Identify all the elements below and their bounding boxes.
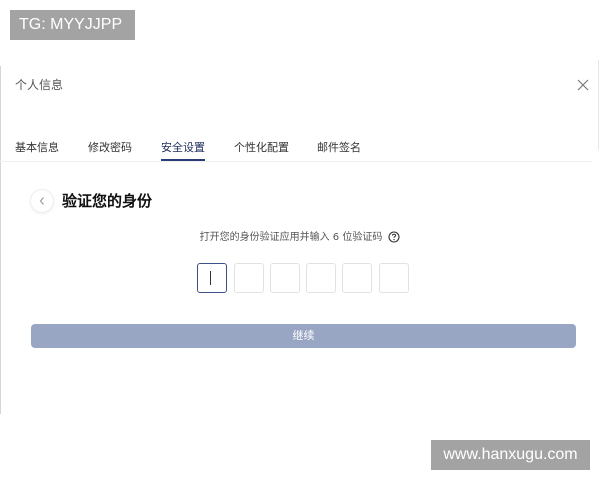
code-digit-2[interactable] — [234, 263, 264, 293]
verify-instruction: 打开您的身份验证应用并输入 6 位验证码 — [0, 230, 600, 246]
back-button[interactable] — [30, 189, 54, 213]
tab-personalization[interactable]: 个性化配置 — [234, 140, 289, 156]
tab-email-signature[interactable]: 邮件签名 — [317, 140, 361, 156]
page: TG: MYYJJPP 个人信息 基本信息 修改密码 安全设置 个性化配置 邮件… — [0, 0, 600, 480]
question-circle-icon[interactable] — [388, 231, 400, 243]
code-digit-3[interactable] — [270, 263, 300, 293]
tabs-divider — [0, 161, 592, 162]
text-caret — [210, 271, 211, 285]
code-digit-1[interactable] — [197, 263, 227, 293]
site-watermark: www.hanxugu.com — [431, 440, 590, 470]
code-digit-4[interactable] — [306, 263, 336, 293]
tg-watermark: TG: MYYJJPP — [10, 10, 135, 40]
code-digit-1-wrapper — [197, 263, 228, 295]
instruction-text: 打开您的身份验证应用并输入 6 位验证码 — [199, 232, 383, 243]
tab-security-settings[interactable]: 安全设置 — [161, 140, 205, 156]
code-digit-5[interactable] — [342, 263, 372, 293]
tab-change-password[interactable]: 修改密码 — [88, 140, 132, 156]
chevron-left-icon — [39, 197, 44, 205]
verify-identity-title: 验证您的身份 — [62, 192, 153, 210]
tab-bar: 基本信息 修改密码 安全设置 个性化配置 邮件签名 — [15, 140, 595, 162]
code-digit-6[interactable] — [379, 263, 409, 293]
dialog-title: 个人信息 — [15, 78, 64, 92]
tab-basic-info[interactable]: 基本信息 — [15, 140, 59, 156]
close-icon[interactable] — [576, 78, 590, 92]
continue-button[interactable]: 继续 — [31, 324, 576, 348]
panel-right-edge — [598, 60, 599, 150]
